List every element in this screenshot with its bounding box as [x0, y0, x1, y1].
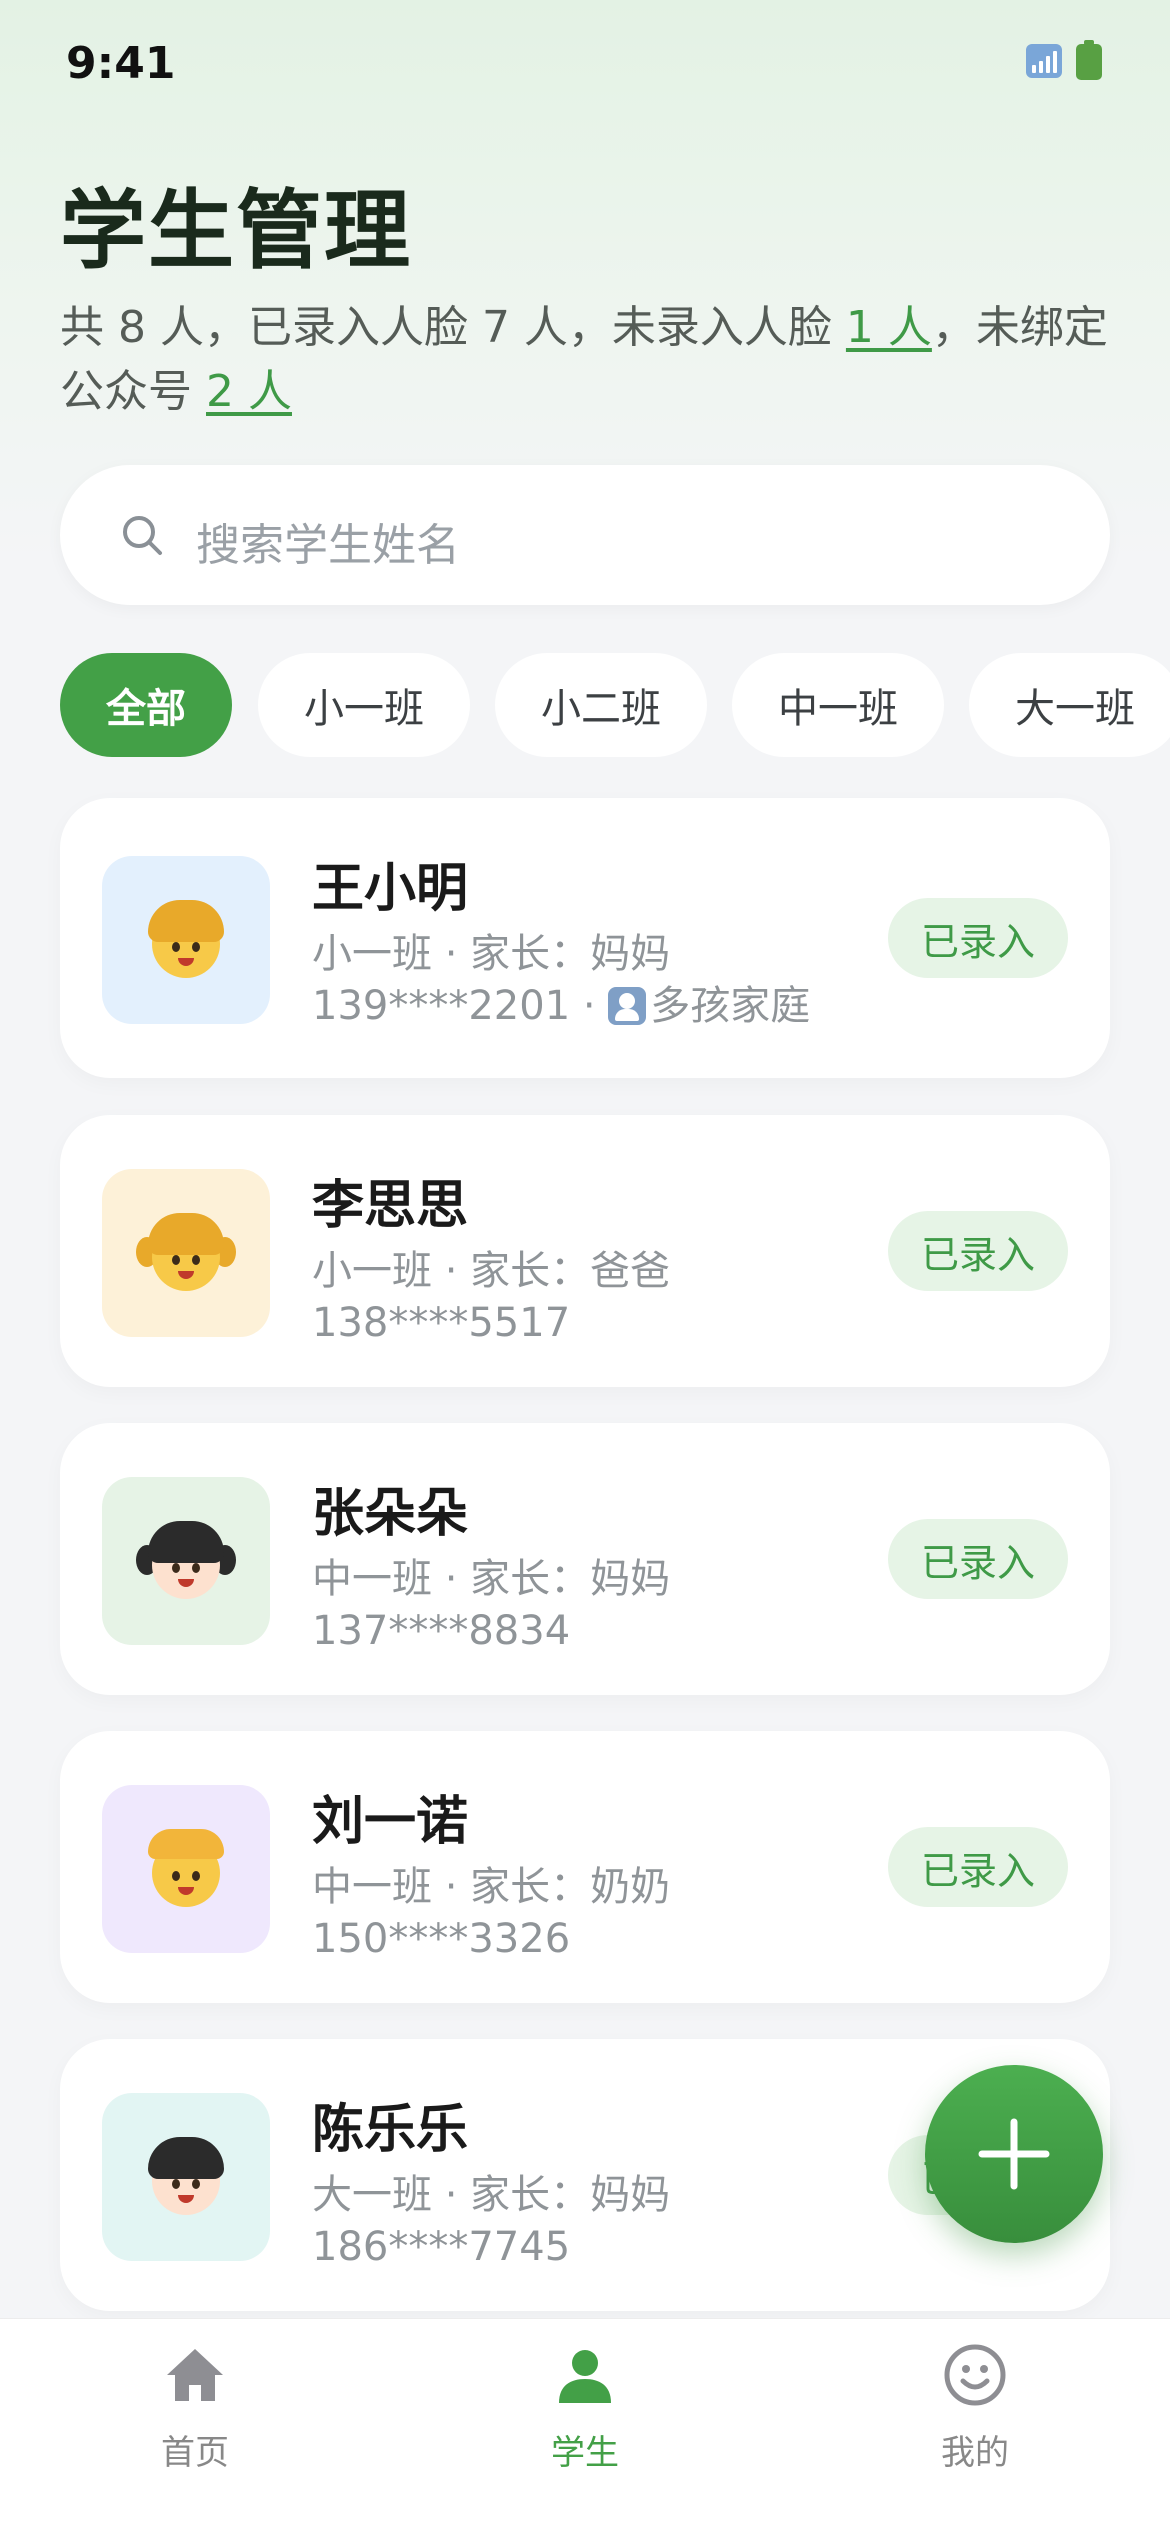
student-meta: 小一班 · 家长：爸爸 138****5517 — [312, 1245, 670, 1349]
avatar — [102, 1169, 270, 1337]
student-name: 王小明 — [312, 859, 469, 919]
status-badge: 已录入 — [888, 1211, 1068, 1291]
student-name: 陈乐乐 — [312, 2100, 469, 2160]
tabbar-students-label: 学生 — [551, 2433, 619, 2473]
home-icon — [167, 2349, 223, 2401]
student-meta: 小一班 · 家长：妈妈 139****2201 · 多孩家庭 — [312, 928, 810, 1032]
student-card[interactable]: 李思思 小一班 · 家长：爸爸 138****5517 已录入 — [60, 1115, 1110, 1387]
bottom-tab-bar: 首页 学生 我的 — [0, 2318, 1170, 2532]
phone: 138****5517 — [312, 1300, 571, 1346]
tab-class-middle-1[interactable]: 中一班 — [732, 653, 944, 757]
student-card[interactable]: 刘一诺 中一班 · 家长：奶奶 150****3326 已录入 — [60, 1731, 1110, 2003]
class-filter-tabs: 全部 小一班 小二班 中一班 大一班 — [60, 653, 1170, 757]
student-meta: 中一班 · 家长：妈妈 137****8834 — [312, 1553, 670, 1657]
tabbar-home-label: 首页 — [161, 2433, 229, 2473]
person-icon — [559, 2350, 611, 2403]
tab-class-big-1[interactable]: 大一班 — [969, 653, 1170, 757]
status-badge: 已录入 — [888, 898, 1068, 978]
tabbar-home[interactable]: 首页 — [95, 2343, 295, 2483]
status-badge: 已录入 — [888, 1827, 1068, 1907]
multi-child-tag: 多孩家庭 — [650, 983, 811, 1029]
phone: 137****8834 — [312, 1608, 571, 1654]
page-title: 学生管理 — [60, 181, 412, 281]
student-name: 李思思 — [312, 1176, 469, 1236]
avatar — [102, 2093, 270, 2261]
student-meta: 中一班 · 家长：奶奶 150****3326 — [312, 1861, 670, 1965]
status-badge: 已录入 — [888, 1519, 1068, 1599]
student-name: 刘一诺 — [312, 1792, 469, 1852]
phone: 139****2201 · — [312, 983, 609, 1029]
class-parent: 中一班 · 家长：妈妈 — [312, 1556, 671, 1602]
unregistered-face-link[interactable]: 1 人 — [846, 302, 932, 353]
tabbar-mine[interactable]: 我的 — [875, 2343, 1075, 2483]
plus-icon — [978, 2118, 1050, 2190]
class-parent: 中一班 · 家长：奶奶 — [312, 1864, 671, 1910]
summary-prefix: 共 8 人，已录入人脸 7 人，未录入人脸 — [60, 302, 846, 353]
student-summary: 共 8 人，已录入人脸 7 人，未录入人脸 1 人，未绑定公众号 2 人 — [60, 296, 1120, 424]
signal-icon — [1026, 44, 1062, 78]
search-icon — [123, 516, 162, 555]
child-face-icon — [144, 898, 228, 982]
class-parent: 小一班 · 家长：爸爸 — [312, 1248, 671, 1294]
phone: 186****7745 — [312, 2224, 571, 2270]
class-parent: 大一班 · 家长：妈妈 — [312, 2172, 671, 2218]
student-card[interactable]: 王小明 小一班 · 家长：妈妈 139****2201 · 多孩家庭 已录入 — [60, 798, 1110, 1078]
status-bar: 9:41 — [0, 0, 1170, 130]
add-student-button[interactable] — [925, 2065, 1103, 2243]
avatar — [102, 1477, 270, 1645]
tabbar-students[interactable]: 学生 — [485, 2343, 685, 2483]
class-parent: 小一班 · 家长：妈妈 — [312, 931, 671, 977]
student-card[interactable]: 张朵朵 中一班 · 家长：妈妈 137****8834 已录入 — [60, 1423, 1110, 1695]
tab-class-small-2[interactable]: 小二班 — [495, 653, 707, 757]
tab-class-small-1[interactable]: 小一班 — [258, 653, 470, 757]
unbound-account-link[interactable]: 2 人 — [206, 366, 292, 417]
child-face-icon — [144, 2135, 228, 2219]
search-bar[interactable]: 搜索学生姓名 — [60, 465, 1110, 605]
smiley-icon — [944, 2344, 1006, 2406]
avatar — [102, 1785, 270, 1953]
family-icon — [608, 987, 647, 1025]
boy-face-icon — [144, 1827, 228, 1911]
status-icons — [1026, 40, 1102, 80]
phone: 150****3326 — [312, 1916, 571, 1962]
student-name: 张朵朵 — [312, 1484, 469, 1544]
tab-all[interactable]: 全部 — [60, 653, 232, 757]
status-time: 9:41 — [66, 38, 176, 89]
battery-icon — [1076, 40, 1102, 80]
search-input[interactable]: 搜索学生姓名 — [196, 509, 460, 573]
student-meta: 大一班 · 家长：妈妈 186****7745 — [312, 2169, 670, 2273]
girl-face-icon — [136, 1519, 236, 1603]
girl-face-icon — [136, 1211, 236, 1295]
tabbar-mine-label: 我的 — [941, 2433, 1009, 2473]
avatar — [102, 856, 270, 1024]
